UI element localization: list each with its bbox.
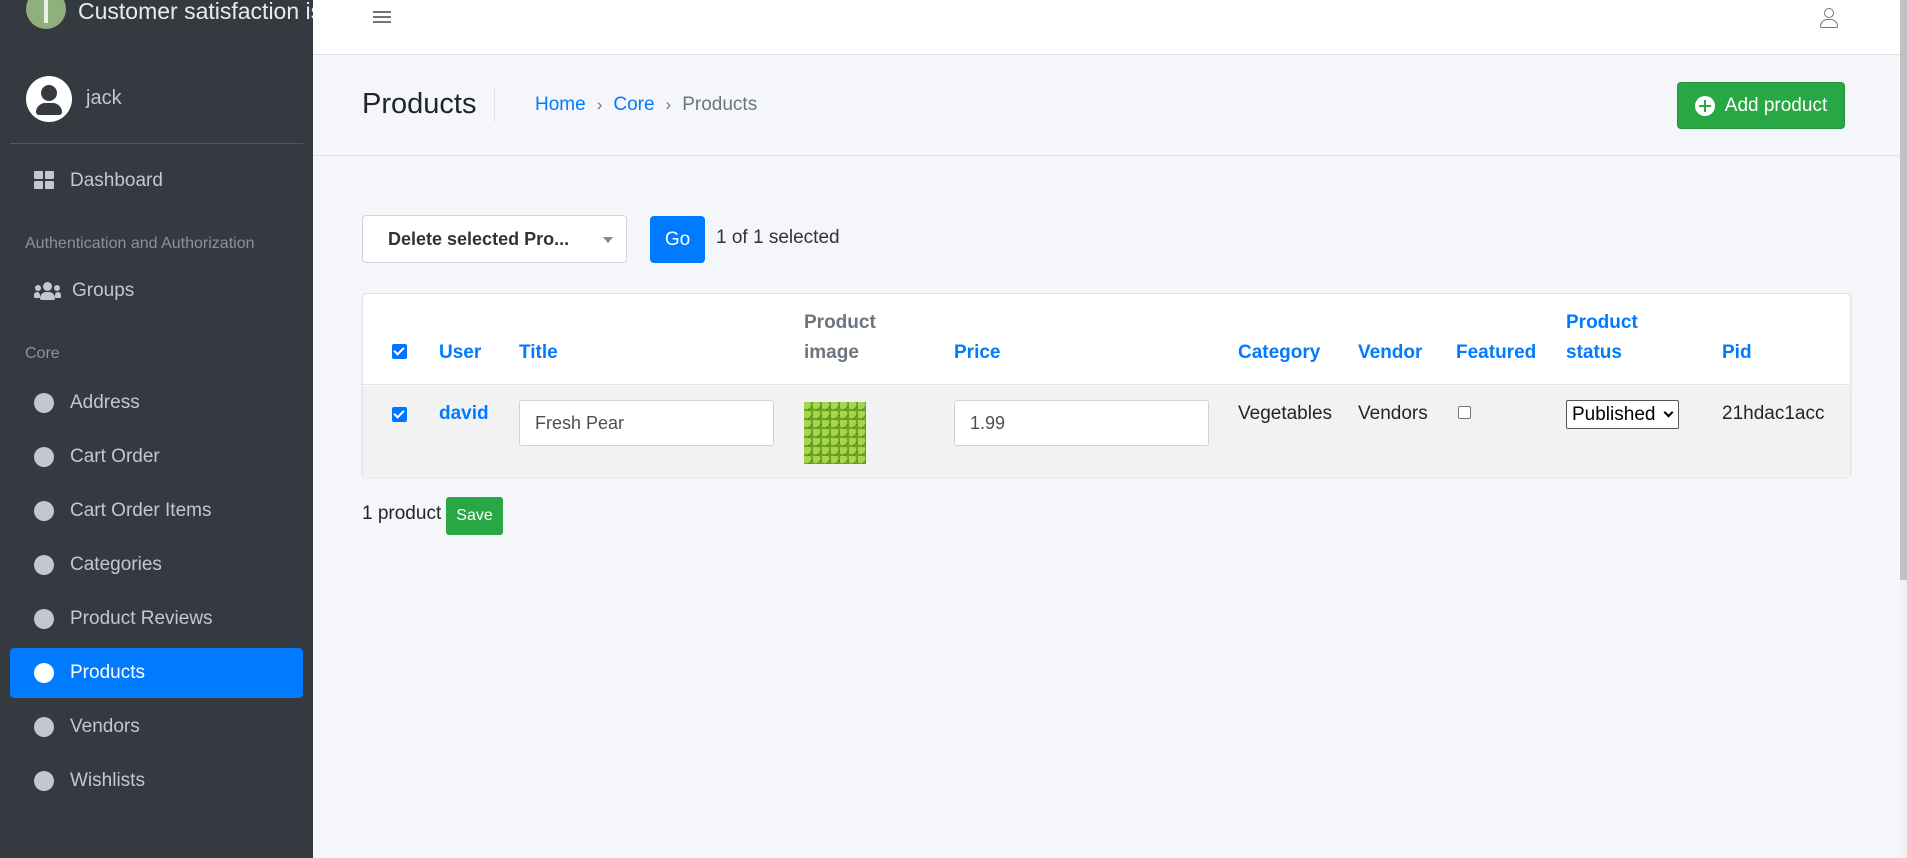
column-header-featured[interactable]: Featured [1456,338,1536,368]
brand-link[interactable]: Customer satisfaction is [0,0,313,38]
caret-down-icon [603,237,613,243]
sidebar-item-label: Dashboard [70,170,163,191]
column-header-line: status [1566,342,1622,363]
title-input[interactable]: Fresh Pear [519,400,774,446]
user-menu-icon[interactable] [1819,8,1839,30]
price-input[interactable]: 1.99 [954,400,1209,446]
column-header-price[interactable]: Price [954,338,1000,368]
circle-icon [34,501,54,521]
row-user-link[interactable]: david [439,403,489,425]
product-status-select[interactable]: Published [1566,400,1679,429]
column-header-product-image: Product image [804,308,876,368]
plus-circle-icon [1694,95,1715,116]
sidebar-item-label: Products [70,662,145,683]
select-all-checkbox[interactable] [392,344,407,359]
bulk-action-select[interactable]: Delete selected Pro... [362,215,627,263]
sidebar-item-groups[interactable]: Groups [10,264,303,318]
title-divider [494,88,495,122]
circle-icon [34,447,54,467]
breadcrumb: Home › Core › Products [535,94,757,116]
sidebar-item-label: Wishlists [70,770,145,791]
row-select-checkbox[interactable] [392,407,407,422]
products-table: User Title Product image Price Category … [362,293,1851,477]
breadcrumb-separator: › [596,95,603,114]
sidebar-item-categories[interactable]: Categories [10,538,303,592]
sidebar-item-label: Vendors [70,716,140,737]
sidebar: Customer satisfaction is jack Dashboard … [0,0,313,858]
brand-logo-icon [26,0,66,29]
sidebar-item-cart-order[interactable]: Cart Order [10,430,303,484]
column-header-category[interactable]: Category [1238,338,1320,368]
add-product-label: Add product [1724,94,1828,116]
sidebar-item-wishlists[interactable]: Wishlists [10,754,303,808]
bulk-action-value: Delete selected Pro... [388,228,570,249]
breadcrumb-separator: › [665,95,672,114]
sidebar-item-label: Cart Order [70,446,160,467]
product-status-value: Published [1572,403,1656,425]
circle-icon [34,555,54,575]
sidebar-item-label: Product Reviews [70,608,213,629]
user-panel: jack [10,54,303,144]
page-title: Products [362,88,477,120]
column-header-vendor[interactable]: Vendor [1358,338,1422,368]
nav-header-auth: Authentication and Authorization [25,235,255,252]
row-pid: 21hdac1acc [1722,403,1825,424]
menu-toggle-icon[interactable] [373,8,391,28]
save-button[interactable]: Save [446,497,503,535]
chevron-down-icon [1663,407,1674,418]
circle-icon [34,393,54,413]
go-button[interactable]: Go [650,216,705,263]
page-scrollbar[interactable] [1900,0,1907,858]
featured-checkbox[interactable] [1458,406,1471,419]
column-header-pid[interactable]: Pid [1722,338,1752,368]
top-navbar [313,0,1900,55]
breadcrumb-core[interactable]: Core [613,94,654,116]
sidebar-item-dashboard[interactable]: Dashboard [10,154,303,208]
column-header-line: Product [804,312,876,333]
table-header: User Title Product image Price Category … [363,294,1850,385]
column-header-product-status[interactable]: Product status [1566,308,1638,368]
sidebar-item-label: Groups [72,280,135,301]
scrollbar-thumb[interactable] [1900,0,1907,580]
selection-counter: 1 of 1 selected [716,227,840,248]
sidebar-item-label: Address [70,392,140,413]
table-row: david Fresh Pear 1.99 Vegetables Vendors… [363,386,1850,477]
row-category: Vegetables [1238,403,1333,424]
sidebar-item-label: Cart Order Items [70,500,212,521]
brand-text: Customer satisfaction is [78,0,313,24]
dashboard-icon [34,171,56,191]
column-header-user[interactable]: User [439,338,481,368]
nav-header-core: Core [25,345,60,362]
sidebar-item-address[interactable]: Address [10,376,303,430]
circle-icon [34,771,54,791]
users-icon [34,281,62,301]
circle-icon [34,663,54,683]
product-thumbnail [804,402,866,464]
column-header-title[interactable]: Title [519,338,558,368]
sidebar-item-product-reviews[interactable]: Product Reviews [10,592,303,646]
breadcrumb-home[interactable]: Home [535,94,586,116]
column-header-line: Product [1566,312,1638,333]
result-count: 1 product [362,503,442,524]
column-header-line: image [804,342,859,363]
row-vendor: Vendors [1358,403,1428,424]
sidebar-item-cart-order-items[interactable]: Cart Order Items [10,484,303,538]
content-header: Products Home › Core › Products Add prod… [313,56,1900,156]
sidebar-item-label: Categories [70,554,162,575]
breadcrumb-current: Products [682,94,758,115]
circle-icon [34,717,54,737]
circle-icon [34,609,54,629]
avatar[interactable] [26,75,72,122]
sidebar-item-products[interactable]: Products [10,648,303,698]
sidebar-item-vendors[interactable]: Vendors [10,700,303,754]
add-product-button[interactable]: Add product [1677,82,1845,129]
user-name-link[interactable]: jack [86,87,122,110]
